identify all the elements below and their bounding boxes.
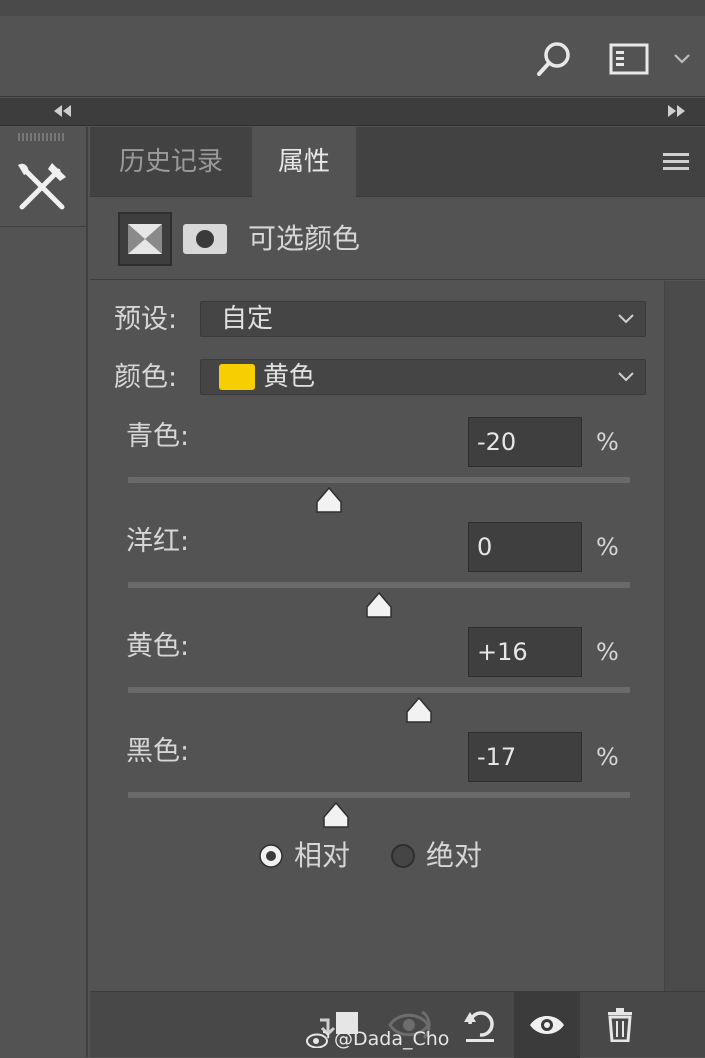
slider-track[interactable] (128, 582, 630, 588)
slider-magenta: 洋红: 0 % (126, 522, 630, 622)
tab-properties[interactable]: 属性 (252, 127, 356, 198)
slider-label: 青色: (126, 421, 190, 452)
search-icon[interactable] (535, 39, 575, 79)
weibo-icon (306, 1031, 330, 1048)
cyan-input[interactable]: -20 (468, 417, 582, 467)
adjustment-header: 可选颜色 (90, 198, 705, 280)
black-input[interactable]: -17 (468, 732, 582, 782)
slider-yellow: 黄色: +16 % (126, 627, 630, 727)
crossed-tools-icon (18, 163, 66, 210)
adjustment-layer-button[interactable] (118, 212, 172, 266)
expand-right-icon[interactable] (663, 103, 689, 119)
selective-color-icon (128, 224, 162, 254)
panel-tabs: 历史记录 属性 (90, 127, 705, 198)
chevron-down-icon (618, 314, 634, 324)
panel-menu-icon[interactable] (663, 152, 689, 172)
percent-unit: % (596, 533, 619, 561)
eye-icon (530, 1016, 564, 1034)
collapse-left-icon[interactable] (50, 103, 76, 119)
percent-unit: % (596, 638, 619, 666)
slider-black: 黑色: -17 % (126, 732, 630, 832)
reset-button[interactable] (450, 992, 508, 1058)
reset-icon (464, 1011, 494, 1042)
adjustment-title: 可选颜色 (248, 222, 361, 255)
radio-absolute[interactable]: 绝对 (390, 837, 500, 877)
top-toolbar (0, 0, 705, 97)
slider-track[interactable] (128, 792, 630, 798)
slider-track[interactable] (128, 687, 630, 693)
adjustment-content: 预设: 自定 颜色: 黄色 青色: -20 % 洋红: 0 % 黄色: +16 … (90, 281, 664, 991)
radio-relative[interactable]: 相对 (258, 837, 368, 877)
radio-relative-label: 相对 (294, 839, 351, 872)
preset-value: 自定 (221, 304, 274, 334)
radio-unselected-icon (391, 844, 415, 868)
slider-thumb[interactable] (405, 697, 433, 723)
preset-label: 预设: (114, 304, 178, 335)
percent-unit: % (596, 428, 619, 456)
delete-button[interactable] (590, 992, 648, 1058)
tab-history[interactable]: 历史记录 (90, 127, 252, 197)
magenta-input[interactable]: 0 (468, 522, 582, 572)
tool-presets-button[interactable] (0, 145, 86, 227)
scrollbar[interactable] (664, 281, 705, 991)
slider-thumb[interactable] (315, 487, 343, 513)
visibility-button[interactable] (514, 992, 580, 1058)
colors-label: 颜色: (114, 362, 178, 393)
tool-strip (0, 127, 88, 1057)
slider-track[interactable] (128, 477, 630, 483)
colors-dropdown[interactable]: 黄色 (200, 359, 646, 395)
slider-label: 黑色: (126, 736, 190, 767)
workspace-icon[interactable] (609, 42, 649, 76)
trash-icon (608, 1008, 632, 1042)
grip-handle[interactable] (18, 133, 64, 141)
watermark-text: @Dada_Cho (334, 1028, 450, 1050)
preset-dropdown[interactable]: 自定 (200, 301, 646, 337)
slider-thumb[interactable] (322, 802, 350, 828)
color-swatch (219, 364, 255, 390)
slider-thumb[interactable] (365, 592, 393, 618)
properties-panel: 历史记录 属性 可选颜色 预设: 自定 颜色: 黄色 青色: -20 % 洋红:… (90, 127, 705, 1058)
chevron-down-icon[interactable] (673, 50, 691, 66)
percent-unit: % (596, 743, 619, 771)
chevron-down-icon (618, 372, 634, 382)
slider-cyan: 青色: -20 % (126, 417, 630, 517)
slider-label: 黄色: (126, 631, 190, 662)
mask-icon[interactable] (182, 223, 228, 255)
radio-absolute-label: 绝对 (426, 839, 483, 872)
slider-label: 洋红: (126, 526, 190, 557)
colors-value: 黄色 (263, 362, 316, 392)
watermark: @Dada_Cho (306, 1028, 449, 1050)
yellow-input[interactable]: +16 (468, 627, 582, 677)
radio-selected-icon (259, 844, 283, 868)
panel-collapse-bar (0, 98, 705, 126)
